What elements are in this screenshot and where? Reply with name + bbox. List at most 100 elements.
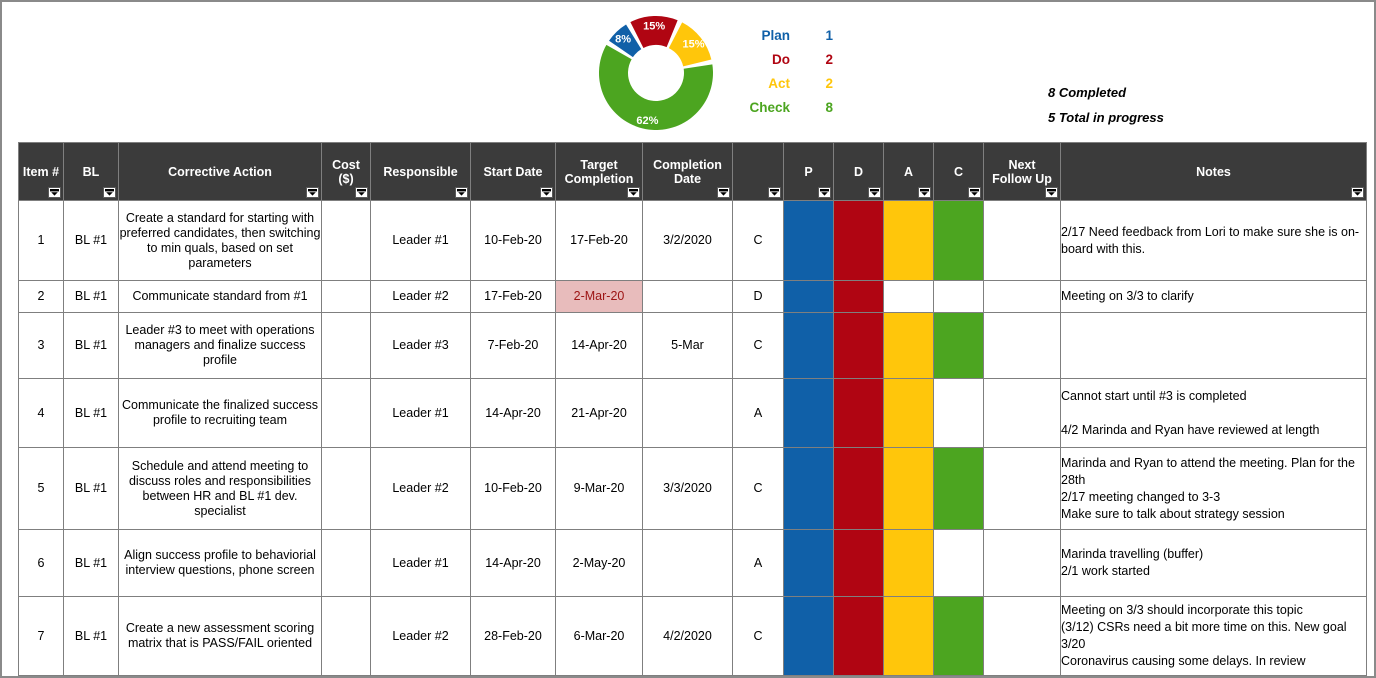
cell-target-completion[interactable]: 6-Mar-20 [555, 596, 643, 676]
cell-corrective-action[interactable]: Align success profile to behaviorial int… [118, 529, 322, 597]
cell-completion-date[interactable]: 3/3/2020 [642, 447, 733, 530]
cell-corrective-action[interactable]: Leader #3 to meet with operations manage… [118, 312, 322, 379]
filter-dropdown-icon[interactable] [103, 187, 116, 198]
cell-pdca-d[interactable] [833, 529, 884, 597]
cell-pdca-c[interactable] [933, 596, 984, 676]
cell-pdca-c[interactable] [933, 280, 984, 313]
filter-dropdown-icon[interactable] [868, 187, 881, 198]
cell-bl[interactable]: BL #1 [63, 378, 119, 448]
filter-dropdown-icon[interactable] [627, 187, 640, 198]
cell-notes[interactable]: 2/17 Need feedback from Lori to make sur… [1060, 200, 1367, 281]
cell-completion-date[interactable] [642, 529, 733, 597]
cell-bl[interactable]: BL #1 [63, 596, 119, 676]
cell-stage[interactable]: A [732, 529, 784, 597]
cell-pdca-d[interactable] [833, 378, 884, 448]
filter-dropdown-icon[interactable] [1045, 187, 1058, 198]
cell-corrective-action[interactable]: Communicate standard from #1 [118, 280, 322, 313]
cell-stage[interactable]: A [732, 378, 784, 448]
cell-cost[interactable] [321, 280, 371, 313]
cell-notes[interactable]: Meeting on 3/3 to clarify [1060, 280, 1367, 313]
filter-dropdown-icon[interactable] [306, 187, 319, 198]
cell-completion-date[interactable]: 5-Mar [642, 312, 733, 379]
cell-next-follow-up[interactable] [983, 529, 1061, 597]
filter-dropdown-icon[interactable] [968, 187, 981, 198]
cell-pdca-a[interactable] [883, 378, 934, 448]
cell-notes[interactable]: Marinda travelling (buffer) 2/1 work sta… [1060, 529, 1367, 597]
cell-corrective-action[interactable]: Create a standard for starting with pref… [118, 200, 322, 281]
cell-stage[interactable]: C [732, 447, 784, 530]
cell-cost[interactable] [321, 596, 371, 676]
cell-completion-date[interactable]: 4/2/2020 [642, 596, 733, 676]
cell-bl[interactable]: BL #1 [63, 529, 119, 597]
cell-start-date[interactable]: 10-Feb-20 [470, 200, 556, 281]
cell-bl[interactable]: BL #1 [63, 447, 119, 530]
cell-item-number[interactable]: 5 [18, 447, 64, 530]
cell-pdca-p[interactable] [783, 378, 834, 448]
cell-pdca-p[interactable] [783, 312, 834, 379]
cell-next-follow-up[interactable] [983, 280, 1061, 313]
cell-bl[interactable]: BL #1 [63, 200, 119, 281]
cell-target-completion[interactable]: 17-Feb-20 [555, 200, 643, 281]
cell-notes[interactable]: Cannot start until #3 is completed 4/2 M… [1060, 378, 1367, 448]
cell-completion-date[interactable]: 3/2/2020 [642, 200, 733, 281]
cell-pdca-a[interactable] [883, 529, 934, 597]
filter-dropdown-icon[interactable] [540, 187, 553, 198]
cell-cost[interactable] [321, 312, 371, 379]
filter-dropdown-icon[interactable] [768, 187, 781, 198]
cell-pdca-d[interactable] [833, 447, 884, 530]
cell-corrective-action[interactable]: Schedule and attend meeting to discuss r… [118, 447, 322, 530]
cell-start-date[interactable]: 14-Apr-20 [470, 378, 556, 448]
cell-responsible[interactable]: Leader #1 [370, 200, 471, 281]
cell-start-date[interactable]: 7-Feb-20 [470, 312, 556, 379]
cell-notes[interactable] [1060, 312, 1367, 379]
cell-pdca-a[interactable] [883, 280, 934, 313]
cell-pdca-c[interactable] [933, 312, 984, 379]
cell-item-number[interactable]: 4 [18, 378, 64, 448]
cell-stage[interactable]: C [732, 312, 784, 379]
cell-pdca-d[interactable] [833, 312, 884, 379]
cell-pdca-a[interactable] [883, 200, 934, 281]
cell-pdca-d[interactable] [833, 280, 884, 313]
cell-stage[interactable]: C [732, 596, 784, 676]
cell-item-number[interactable]: 6 [18, 529, 64, 597]
cell-item-number[interactable]: 1 [18, 200, 64, 281]
cell-start-date[interactable]: 28-Feb-20 [470, 596, 556, 676]
cell-start-date[interactable]: 17-Feb-20 [470, 280, 556, 313]
cell-pdca-p[interactable] [783, 280, 834, 313]
cell-cost[interactable] [321, 200, 371, 281]
cell-pdca-c[interactable] [933, 447, 984, 530]
cell-start-date[interactable]: 14-Apr-20 [470, 529, 556, 597]
cell-target-completion[interactable]: 2-Mar-20 [555, 280, 643, 313]
cell-next-follow-up[interactable] [983, 596, 1061, 676]
cell-pdca-d[interactable] [833, 596, 884, 676]
cell-pdca-c[interactable] [933, 200, 984, 281]
cell-pdca-a[interactable] [883, 447, 934, 530]
cell-pdca-c[interactable] [933, 529, 984, 597]
cell-item-number[interactable]: 3 [18, 312, 64, 379]
filter-dropdown-icon[interactable] [918, 187, 931, 198]
filter-dropdown-icon[interactable] [1351, 187, 1364, 198]
cell-pdca-a[interactable] [883, 312, 934, 379]
cell-responsible[interactable]: Leader #2 [370, 596, 471, 676]
cell-pdca-p[interactable] [783, 200, 834, 281]
filter-dropdown-icon[interactable] [455, 187, 468, 198]
filter-dropdown-icon[interactable] [717, 187, 730, 198]
cell-stage[interactable]: D [732, 280, 784, 313]
cell-completion-date[interactable] [642, 378, 733, 448]
cell-responsible[interactable]: Leader #1 [370, 378, 471, 448]
cell-item-number[interactable]: 2 [18, 280, 64, 313]
filter-dropdown-icon[interactable] [818, 187, 831, 198]
cell-cost[interactable] [321, 447, 371, 530]
cell-notes[interactable]: Marinda and Ryan to attend the meeting. … [1060, 447, 1367, 530]
cell-corrective-action[interactable]: Communicate the finalized success profil… [118, 378, 322, 448]
cell-responsible[interactable]: Leader #2 [370, 280, 471, 313]
filter-dropdown-icon[interactable] [48, 187, 61, 198]
cell-pdca-d[interactable] [833, 200, 884, 281]
cell-pdca-p[interactable] [783, 529, 834, 597]
cell-next-follow-up[interactable] [983, 378, 1061, 448]
cell-target-completion[interactable]: 2-May-20 [555, 529, 643, 597]
cell-stage[interactable]: C [732, 200, 784, 281]
cell-start-date[interactable]: 10-Feb-20 [470, 447, 556, 530]
cell-cost[interactable] [321, 529, 371, 597]
cell-cost[interactable] [321, 378, 371, 448]
